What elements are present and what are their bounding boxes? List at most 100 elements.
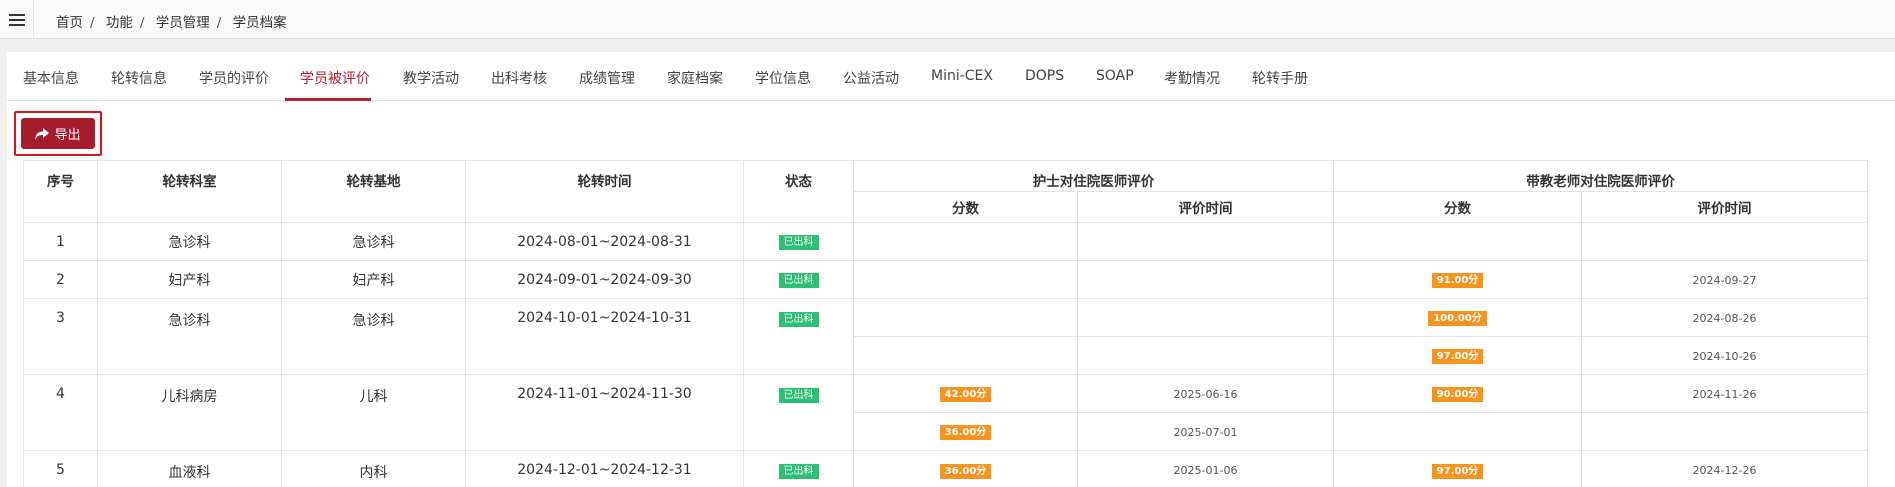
- cell-nurse-score: [853, 298, 1078, 337]
- cell-seq: 2: [23, 260, 98, 299]
- cell-seq: 4: [23, 374, 98, 451]
- cell-nurse-score: 42.00分: [853, 374, 1078, 413]
- tab-soap[interactable]: SOAP: [1096, 68, 1134, 84]
- status-badge: 已出科: [778, 312, 819, 327]
- tab-dops[interactable]: DOPS: [1025, 68, 1064, 84]
- cell-teacher-eval-time: 2024-12-26: [1581, 450, 1868, 487]
- cell-teacher-eval-time: 2024-08-26: [1581, 298, 1868, 337]
- cell-teacher-eval-time: [1581, 412, 1868, 451]
- tab-student-evaluations[interactable]: 学员的评价: [199, 68, 269, 88]
- header-base: 轮转基地: [281, 160, 466, 223]
- eval-date: 2024-11-26: [1692, 387, 1757, 401]
- tab-rotation-info[interactable]: 轮转信息: [111, 68, 167, 88]
- cell-nurse-score: [853, 260, 1078, 299]
- tab-grades[interactable]: 成绩管理: [579, 68, 635, 88]
- cell-status: 已出科: [743, 260, 854, 299]
- cell-nurse-eval-time: 2025-06-16: [1077, 374, 1334, 413]
- breadcrumb-item-student-archive: 学员档案: [232, 15, 287, 31]
- cell-nurse-eval-time: [1077, 336, 1334, 375]
- breadcrumb-separator: /: [139, 15, 145, 31]
- cell-nurse-score: 36.00分: [853, 450, 1078, 487]
- cell-base: 急诊科: [281, 298, 466, 375]
- top-bar: 首页 / 功能 / 学员管理 / 学员档案: [0, 0, 1895, 39]
- cell-teacher-score: 90.00分: [1333, 374, 1582, 413]
- cell-teacher-eval-time: 2024-11-26: [1581, 374, 1868, 413]
- export-button-label: 导出: [54, 128, 81, 143]
- breadcrumb-item-student-management[interactable]: 学员管理: [156, 15, 210, 31]
- cell-teacher-score: [1333, 412, 1582, 451]
- export-button[interactable]: 导出: [21, 118, 95, 149]
- eval-date: 2025-01-06: [1173, 464, 1238, 477]
- score-badge: 100.00分: [1428, 311, 1487, 326]
- header-teacher-evaluation: 带教老师对住院医师评价: [1333, 160, 1868, 192]
- breadcrumb-separator: /: [216, 15, 222, 31]
- breadcrumb-separator: /: [90, 15, 95, 31]
- tab-basic-info[interactable]: 基本信息: [23, 68, 79, 88]
- score-badge: 36.00分: [939, 425, 992, 440]
- cell-base: 儿科: [281, 374, 466, 451]
- cell-nurse-score: [853, 222, 1078, 261]
- tab-mini-cex[interactable]: Mini-CEX: [931, 68, 993, 84]
- status-badge: 已出科: [778, 273, 819, 288]
- cell-teacher-eval-time: [1581, 222, 1868, 261]
- cell-nurse-score: [853, 336, 1078, 375]
- cell-nurse-eval-time: 2025-01-06: [1077, 450, 1334, 487]
- breadcrumb-item-function[interactable]: 功能: [106, 15, 133, 31]
- status-badge: 已出科: [778, 464, 819, 479]
- header-seq: 序号: [23, 160, 98, 223]
- score-badge: 97.00分: [1431, 349, 1484, 364]
- cell-dept: 妇产科: [97, 260, 282, 299]
- score-badge: 97.00分: [1431, 464, 1484, 479]
- cell-teacher-eval-time: 2024-10-26: [1581, 336, 1868, 375]
- hamburger-icon: [8, 11, 25, 29]
- score-badge: 42.00分: [939, 387, 992, 402]
- header-nurse-score: 分数: [853, 191, 1078, 223]
- cell-seq: 3: [23, 298, 98, 375]
- header-nurse-evaluation: 护士对住院医师评价: [853, 160, 1334, 192]
- cell-dept: 急诊科: [97, 222, 282, 261]
- cell-status: 已出科: [743, 222, 854, 261]
- cell-nurse-score: 36.00分: [853, 412, 1078, 451]
- tab-attendance[interactable]: 考勤情况: [1164, 68, 1220, 88]
- status-badge: 已出科: [778, 388, 819, 403]
- cell-time: 2024-10-01~2024-10-31: [465, 298, 744, 375]
- score-badge: 91.00分: [1431, 273, 1484, 288]
- table-row: 2 妇产科 妇产科 2024-09-01~2024-09-30 已出科 91.0…: [23, 260, 1868, 299]
- tab-exit-exam[interactable]: 出科考核: [491, 68, 547, 88]
- cell-base: 妇产科: [281, 260, 466, 299]
- cell-nurse-eval-time: [1077, 222, 1334, 261]
- tab-public-welfare[interactable]: 公益活动: [843, 68, 899, 88]
- cell-nurse-eval-time: [1077, 298, 1334, 337]
- header-teacher-score: 分数: [1333, 191, 1582, 223]
- tab-rotation-handbook[interactable]: 轮转手册: [1252, 68, 1308, 88]
- eval-date: 2024-09-27: [1692, 273, 1757, 287]
- cell-teacher-score: 97.00分: [1333, 336, 1582, 375]
- header-time: 轮转时间: [465, 160, 744, 223]
- content-panel: 基本信息 轮转信息 学员的评价 学员被评价 教学活动 出科考核 成绩管理 家庭档…: [7, 52, 1895, 487]
- tab-family-archive[interactable]: 家庭档案: [667, 68, 723, 88]
- cell-teacher-score: 97.00分: [1333, 450, 1582, 487]
- eval-date: 2024-08-26: [1692, 311, 1757, 325]
- cell-status: 已出科: [743, 374, 854, 451]
- status-badge: 已出科: [778, 235, 819, 250]
- cell-time: 2024-09-01~2024-09-30: [465, 260, 744, 299]
- cell-nurse-eval-time: 2025-07-01: [1077, 412, 1334, 451]
- score-badge: 90.00分: [1431, 387, 1484, 402]
- breadcrumb-item-home[interactable]: 首页: [56, 15, 83, 31]
- cell-teacher-eval-time: 2024-09-27: [1581, 260, 1868, 299]
- cell-status: 已出科: [743, 298, 854, 375]
- menu-toggle-button[interactable]: [0, 0, 34, 39]
- tab-teaching-activities[interactable]: 教学活动: [403, 68, 459, 88]
- active-tab-indicator: [285, 98, 371, 101]
- cell-teacher-score: 91.00分: [1333, 260, 1582, 299]
- cell-seq: 1: [23, 222, 98, 261]
- cell-teacher-score: 100.00分: [1333, 298, 1582, 337]
- eval-date: 2024-10-26: [1692, 349, 1757, 363]
- share-arrow-icon: [35, 127, 50, 140]
- cell-dept: 儿科病房: [97, 374, 282, 451]
- tab-degree-info[interactable]: 学位信息: [755, 68, 811, 88]
- table-row: 5 血液科 内科 2024-12-01~2024-12-31 已出科 36.00…: [23, 450, 1868, 487]
- tab-student-evaluated[interactable]: 学员被评价: [300, 68, 370, 88]
- cell-dept: 急诊科: [97, 298, 282, 375]
- cell-seq: 5: [23, 450, 98, 487]
